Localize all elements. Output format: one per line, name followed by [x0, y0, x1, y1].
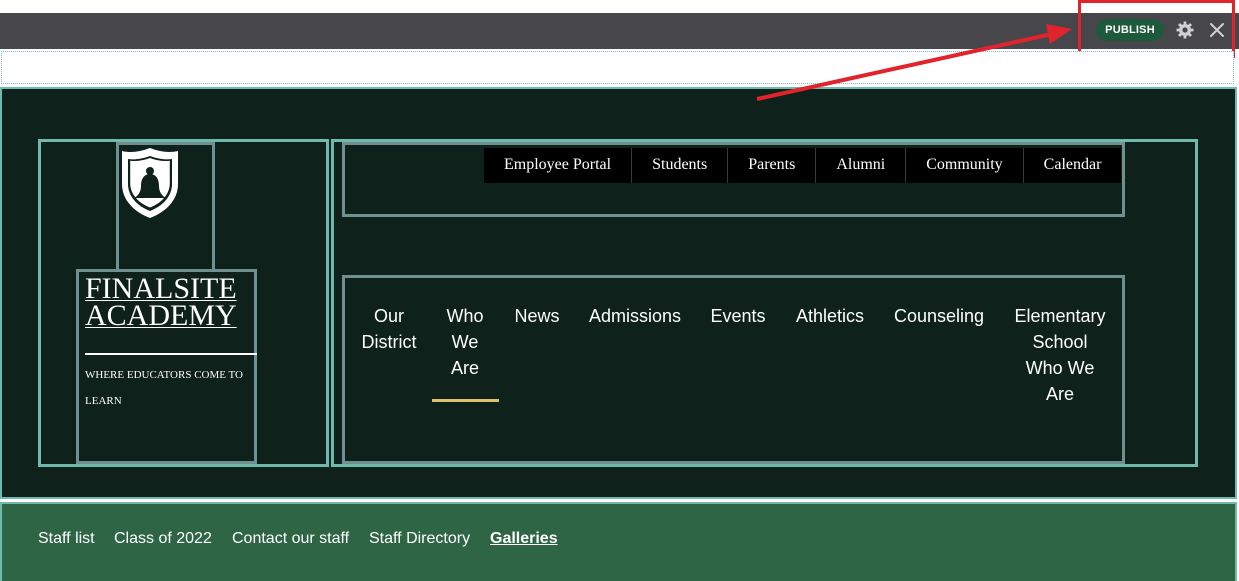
util-nav-calendar[interactable]: Calendar: [1024, 148, 1122, 183]
util-nav-parents[interactable]: Parents: [728, 148, 817, 183]
main-nav-label-line: Are: [1045, 384, 1074, 404]
util-nav-students[interactable]: Students: [632, 148, 729, 183]
school-name[interactable]: FINALSITE ACADEMY: [85, 272, 237, 332]
main-nav-label-line: We: [451, 332, 479, 352]
main-nav-athletics[interactable]: Athletics: [793, 303, 867, 329]
main-nav-label-line: Who: [446, 306, 484, 326]
editor-toolbar: [0, 13, 1239, 49]
school-tagline: WHERE EDUCATORS COME TO LEARN: [85, 362, 255, 414]
main-nav-label-line: Who We: [1025, 358, 1095, 378]
util-nav-alumni[interactable]: Alumni: [816, 148, 907, 183]
brand-divider: [85, 353, 257, 355]
subnav-staff-list[interactable]: Staff list: [38, 529, 95, 549]
tagline-line-1: WHERE EDUCATORS COME TO: [85, 369, 243, 381]
util-nav-community[interactable]: Community: [906, 148, 1024, 183]
edit-region-placeholder[interactable]: [1, 51, 1234, 84]
main-nav-label-line: District: [361, 332, 417, 352]
subnav-contact-our-staff[interactable]: Contact our staff: [232, 529, 349, 549]
main-nav-elementary-school[interactable]: Elementary School Who We Are: [1011, 303, 1109, 407]
subnav-class-of-2022[interactable]: Class of 2022: [114, 529, 212, 549]
main-nav-our-district[interactable]: Our District: [359, 303, 419, 355]
main-nav-admissions[interactable]: Admissions: [586, 303, 684, 329]
main-nav-who-we-are[interactable]: Who We Are: [440, 303, 490, 381]
main-nav-label-line: Our: [373, 306, 404, 326]
school-name-line-2: ACADEMY: [85, 299, 237, 332]
util-nav-employee-portal[interactable]: Employee Portal: [484, 148, 633, 183]
subnav-staff-directory[interactable]: Staff Directory: [369, 529, 470, 549]
main-nav-label-line: Are: [450, 358, 479, 378]
main-nav-events[interactable]: Events: [707, 303, 769, 329]
shield-logo-icon[interactable]: [120, 146, 180, 220]
subnav-galleries[interactable]: Galleries: [490, 529, 558, 549]
utility-nav: Employee Portal Students Parents Alumni …: [484, 148, 1122, 183]
active-nav-indicator: [432, 399, 499, 402]
tagline-line-2: LEARN: [85, 395, 122, 407]
annotation-highlight-box: [1078, 0, 1235, 58]
main-nav-news[interactable]: News: [511, 303, 563, 329]
main-nav-label-line: School: [1032, 332, 1088, 352]
main-nav-counseling[interactable]: Counseling: [891, 303, 987, 329]
school-name-line-1: FINALSITE: [85, 272, 237, 305]
main-nav-label-line: Elementary: [1014, 306, 1106, 326]
